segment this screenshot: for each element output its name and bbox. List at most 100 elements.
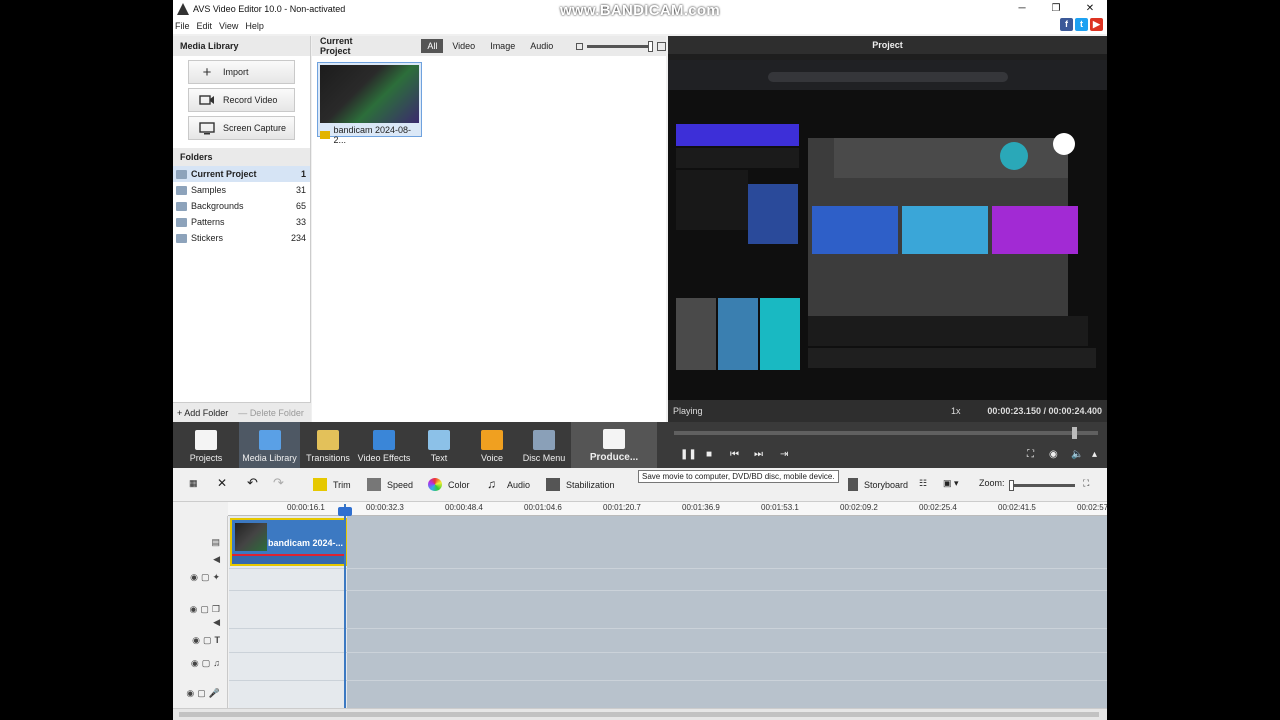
eye-icon[interactable]: ◉ — [191, 658, 199, 669]
video-clip[interactable]: bandicam 2024-... — [230, 518, 347, 566]
folder-stickers[interactable]: Stickers 234 — [173, 230, 310, 246]
music-note-icon: ♫ — [487, 477, 496, 491]
playhead-line[interactable] — [344, 504, 346, 708]
speed-button[interactable]: Speed — [367, 478, 413, 491]
delete-folder-button[interactable]: — Delete Folder — [238, 408, 304, 418]
trim-button[interactable]: Trim — [313, 478, 351, 491]
thumb-size-large-icon[interactable] — [657, 41, 666, 51]
menu-file[interactable]: File — [175, 21, 190, 31]
next-frame-icon[interactable]: ⏭ — [754, 449, 763, 460]
produce-button[interactable]: Produce... — [571, 422, 657, 468]
tab-image[interactable]: Image — [484, 39, 521, 53]
lock-icon[interactable]: ▢ — [202, 658, 211, 669]
folder-samples[interactable]: Samples 31 — [173, 182, 310, 198]
eye-icon[interactable]: ◉ — [190, 604, 198, 615]
eye-icon[interactable]: ◉ — [190, 572, 198, 583]
projects-button[interactable]: Projects — [173, 422, 239, 468]
media-library-panel: Media Library + Import Record Video Scre… — [173, 36, 311, 422]
video-track-header: ▤ — [173, 534, 228, 550]
seek-bar[interactable] — [674, 427, 1098, 439]
timeline-tracks[interactable]: bandicam 2024-... — [229, 516, 1107, 708]
tab-video[interactable]: Video — [446, 39, 481, 53]
text-button[interactable]: Text — [412, 422, 466, 468]
play-to-end-icon[interactable]: ⇥ — [780, 449, 788, 460]
transitions-button[interactable]: Transitions — [300, 422, 356, 468]
menu-edit[interactable]: Edit — [197, 21, 213, 31]
record-video-button[interactable]: Record Video — [188, 88, 295, 112]
folder-backgrounds[interactable]: Backgrounds 65 — [173, 198, 310, 214]
audio-mixer-icon[interactable]: ☷ — [919, 478, 927, 489]
audio-track-header: ◉ ▢ ♫ — [173, 656, 228, 670]
menu-help[interactable]: Help — [245, 21, 264, 31]
video-effects-button[interactable]: Video Effects — [356, 422, 412, 468]
menu-view[interactable]: View — [219, 21, 238, 31]
redo-icon[interactable]: ↷ — [273, 475, 284, 491]
facebook-icon[interactable]: f — [1060, 18, 1073, 31]
previous-frame-icon[interactable]: ⏮ — [730, 449, 739, 460]
preview-status-bar: Playing 1x 00:00:23.150 / 00:00:24.400 — [668, 400, 1107, 422]
seek-knob[interactable] — [1071, 427, 1077, 439]
minimize-button[interactable]: ─ — [1005, 0, 1039, 18]
thumb-size-slider[interactable] — [587, 40, 654, 52]
folder-patterns[interactable]: Patterns 33 — [173, 214, 310, 230]
thumb-size-small-icon[interactable] — [576, 42, 584, 50]
delete-icon[interactable]: ✕ — [217, 476, 227, 490]
screen-capture-button[interactable]: Screen Capture — [188, 116, 295, 140]
scrollbar-thumb[interactable] — [179, 712, 1099, 717]
playhead-handle[interactable] — [338, 507, 352, 516]
clip-thumbnail — [235, 523, 267, 551]
eye-icon[interactable]: ◉ — [186, 688, 194, 699]
undo-icon[interactable]: ↶ — [247, 475, 258, 491]
lock-icon[interactable]: ▢ — [200, 604, 209, 615]
lock-icon[interactable]: ▢ — [201, 572, 210, 583]
video-camera-icon — [199, 93, 215, 107]
playback-speed[interactable]: 1x — [951, 406, 961, 416]
import-button[interactable]: + Import — [188, 60, 295, 84]
add-folder-button[interactable]: + Add Folder — [177, 408, 228, 418]
screen-capture-label: Screen Capture — [223, 123, 287, 133]
timeline-scrollbar[interactable] — [173, 708, 1107, 720]
display-mode-dropdown[interactable]: ▣ ▾ — [943, 478, 959, 489]
zoom-knob[interactable] — [1009, 480, 1014, 491]
lock-icon[interactable]: ▢ — [197, 688, 206, 699]
zoom-slider[interactable] — [1009, 480, 1075, 491]
storyboard-icon — [848, 478, 858, 491]
twitter-icon[interactable]: t — [1075, 18, 1088, 31]
preview-video-image — [668, 60, 1107, 400]
maximize-button[interactable]: ❐ — [1039, 0, 1073, 18]
audio-button[interactable]: ♫ Audio — [487, 478, 530, 491]
storyboard-button[interactable]: Storyboard — [848, 478, 908, 491]
youtube-icon[interactable]: ▶ — [1090, 18, 1103, 31]
timeline-ruler[interactable]: 00:00:16.1 00:00:32.3 00:00:48.4 00:01:0… — [228, 502, 1107, 516]
eye-icon[interactable]: ◉ — [192, 635, 200, 646]
avs-video-editor-window: AVS Video Editor 10.0 - Non-activated ─ … — [173, 0, 1107, 720]
disc-menu-button[interactable]: Disc Menu — [518, 422, 570, 468]
close-button[interactable]: ✕ — [1073, 0, 1107, 18]
library-footer: + Add Folder — Delete Folder — [173, 402, 311, 422]
media-item[interactable]: bandicam 2024-08-2... — [317, 62, 422, 145]
fullscreen-icon[interactable]: ⛶ — [1027, 449, 1034, 460]
preview-video-frame[interactable] — [668, 60, 1107, 400]
folder-count: 65 — [295, 201, 306, 211]
lock-icon[interactable]: ▢ — [203, 635, 212, 646]
fit-timeline-icon[interactable]: ⛶ — [1083, 478, 1089, 489]
slider-knob[interactable] — [648, 40, 654, 52]
snapshot-icon[interactable]: ◉ — [1049, 449, 1058, 460]
volume-icon[interactable]: 🔈 — [1071, 449, 1083, 460]
voice-button[interactable]: Voice — [466, 422, 518, 468]
timeline-view-icon[interactable]: ▦ — [189, 478, 198, 489]
star-effects-icon: ✦ — [212, 571, 220, 582]
speaker-icon[interactable]: ◀ — [213, 617, 220, 628]
color-button[interactable]: Color — [428, 478, 470, 491]
tab-audio[interactable]: Audio — [524, 39, 559, 53]
speaker-icon[interactable]: ◀ — [213, 554, 220, 565]
app-icon — [177, 3, 189, 15]
pause-icon[interactable]: ❚❚ — [680, 449, 697, 460]
stabilization-button[interactable]: Stabilization — [546, 478, 615, 491]
folder-current-project[interactable]: Current Project 1 — [173, 166, 310, 182]
media-library-button[interactable]: Media Library — [239, 422, 300, 468]
voice-track-header: ◉ ▢ 🎤 — [173, 686, 228, 700]
tab-all[interactable]: All — [421, 39, 444, 53]
chevron-up-icon[interactable]: ▴ — [1092, 449, 1097, 460]
stop-icon[interactable]: ■ — [706, 449, 712, 460]
